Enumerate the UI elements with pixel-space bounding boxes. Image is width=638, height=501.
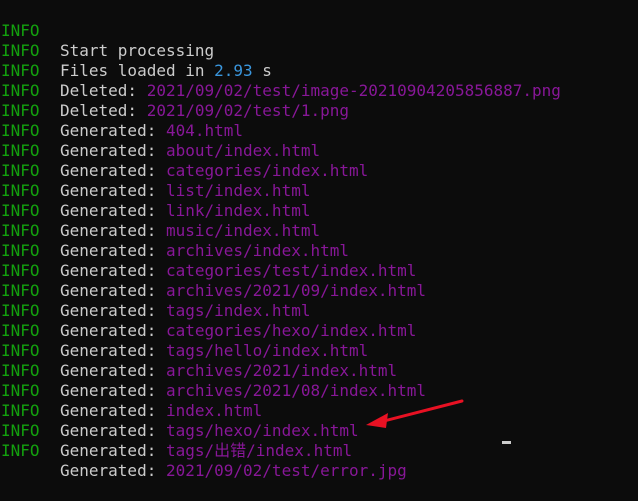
log-message: Generated: archives/index.html: [60, 241, 349, 261]
log-label: Generated:: [60, 461, 166, 480]
log-line: INFO Generated: archives/2021/09/index.h…: [0, 241, 426, 300]
log-label: Generated:: [60, 441, 166, 460]
log-line: INFO Generated: music/index.html: [0, 181, 320, 240]
log-message: Generated: archives/2021/index.html: [60, 361, 397, 381]
log-label: Generated:: [60, 341, 166, 360]
log-path: archives/2021/09/index.html: [165, 281, 427, 300]
log-line: INFO Generated: tags/出错/index.html: [0, 401, 352, 460]
log-label: Generated:: [60, 121, 166, 140]
log-label: Generated:: [60, 321, 166, 340]
log-label: Generated:: [60, 281, 166, 300]
log-label: Deleted:: [60, 81, 147, 100]
log-label: Generated:: [60, 181, 166, 200]
log-line: INFO Generated: tags/hello/index.html: [0, 301, 368, 360]
log-line: INFO Start processing: [0, 1, 214, 60]
log-line: INFO Generated: archives/2021/index.html: [0, 321, 397, 380]
log-message: Generated: categories/hexo/index.html: [60, 321, 416, 341]
red-arrow-icon: [366, 399, 464, 428]
log-line: INFO Generated: tags/index.html: [0, 261, 310, 320]
log-path: tags/hexo/index.html: [165, 421, 359, 440]
log-message: Generated: categories/index.html: [60, 161, 368, 181]
log-label: Generated:: [60, 401, 166, 420]
log-label: Deleted:: [60, 101, 147, 120]
log-line: INFO Generated: categories/index.html: [0, 121, 368, 180]
log-path: categories/hexo/index.html: [165, 321, 417, 340]
log-path: tags/index.html: [165, 301, 311, 320]
log-label: Files loaded in: [60, 61, 215, 80]
log-label: Generated:: [60, 201, 166, 220]
log-line: INFO Generated: about/index.html: [0, 101, 320, 160]
log-path: archives/2021/index.html: [165, 361, 398, 380]
log-path: archives/index.html: [165, 241, 349, 260]
log-level: INFO: [1, 441, 40, 460]
log-message: Generated: link/index.html: [60, 201, 310, 221]
log-label: Generated:: [60, 241, 166, 260]
log-line: INFO Generated: 2021/09/02/test/error.jp…: [0, 421, 407, 480]
log-line: INFO Files loaded in 2.93 s: [0, 21, 272, 80]
log-path: 404.html: [165, 121, 244, 140]
log-line: INFO Generated: link/index.html: [0, 161, 310, 220]
log-path: index.html: [165, 401, 263, 420]
log-label: Generated:: [60, 421, 166, 440]
log-path: about/index.html: [165, 141, 321, 160]
log-message: Deleted: 2021/09/02/test/1.png: [60, 101, 349, 121]
log-path: categories/index.html: [165, 161, 369, 180]
log-path: 2021/09/02/test/image-20210904205856887.…: [146, 81, 561, 100]
log-path: 2021/09/02/test/1.png: [146, 101, 349, 120]
log-line: INFO Generated: archives/2021/08/index.h…: [0, 341, 426, 400]
log-path: 2021/09/02/test/error.jpg: [165, 461, 407, 480]
log-line: INFO Generated: tags/hexo/index.html: [0, 381, 359, 440]
log-message: Generated: index.html: [60, 401, 262, 421]
log-label: Generated:: [60, 161, 166, 180]
terminal-window: INFO Start processing INFO Files loaded …: [0, 1, 638, 480]
log-message: Files loaded in 2.93 s: [60, 61, 272, 81]
load-time-value: 2.93: [214, 61, 253, 80]
log-message: Generated: tags/hello/index.html: [60, 341, 368, 361]
load-time-unit: s: [252, 61, 272, 80]
log-message: Generated: 404.html: [60, 121, 243, 141]
log-message: Generated: tags/index.html: [60, 301, 310, 321]
log-label: Generated:: [60, 261, 166, 280]
log-message: Generated: tags/出错/index.html: [60, 441, 352, 461]
log-message: Generated: categories/test/index.html: [60, 261, 416, 281]
log-label: Generated:: [60, 301, 166, 320]
log-path: tags/出错/index.html: [165, 441, 353, 460]
log-path: list/index.html: [165, 181, 311, 200]
log-line: INFO Generated: list/index.html: [0, 141, 310, 200]
log-line: INFO Generated: categories/hexo/index.ht…: [0, 281, 416, 340]
log-line: INFO Generated: archives/index.html: [0, 201, 349, 260]
log-path: categories/test/index.html: [165, 261, 417, 280]
log-line: INFO Generated: 404.html: [0, 81, 243, 140]
log-message: Generated: archives/2021/09/index.html: [60, 281, 426, 301]
log-message: Generated: tags/hexo/index.html: [60, 421, 359, 441]
log-path: link/index.html: [165, 201, 311, 220]
log-label: Generated:: [60, 381, 166, 400]
log-label: Generated:: [60, 141, 166, 160]
log-label: Generated:: [60, 361, 166, 380]
log-path: music/index.html: [165, 221, 321, 240]
log-line: INFO Deleted: 2021/09/02/test/image-2021…: [0, 41, 561, 100]
log-message: Generated: list/index.html: [60, 181, 310, 201]
log-line: INFO Deleted: 2021/09/02/test/1.png: [0, 61, 349, 120]
log-message: Generated: 2021/09/02/test/error.jpg: [60, 461, 407, 481]
log-label: Generated:: [60, 221, 166, 240]
log-message: Start processing: [60, 41, 215, 60]
log-line: INFO Generated: categories/test/index.ht…: [0, 221, 416, 280]
log-message: Generated: about/index.html: [60, 141, 320, 161]
log-path: tags/hello/index.html: [165, 341, 369, 360]
log-line: INFO Generated: index.html: [0, 361, 262, 420]
log-message: Generated: music/index.html: [60, 221, 320, 241]
log-message: Deleted: 2021/09/02/test/image-202109042…: [60, 81, 561, 101]
